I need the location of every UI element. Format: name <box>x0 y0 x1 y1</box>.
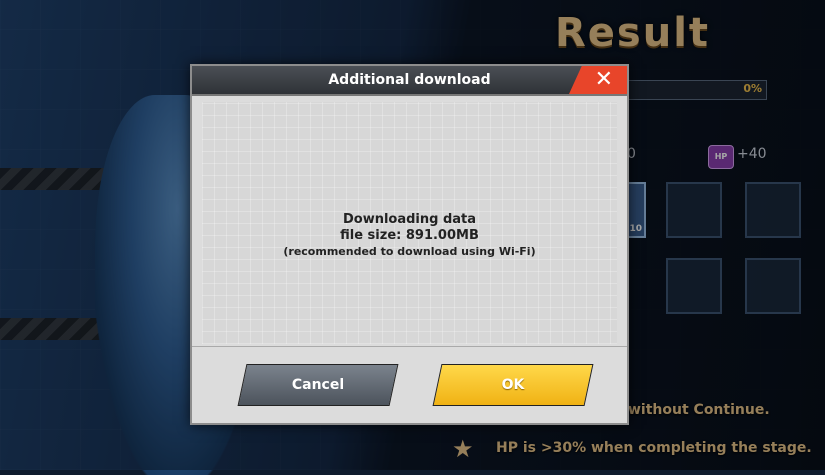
dialog-divider <box>192 346 627 347</box>
download-dialog: Additional download ✕ Downloading data f… <box>190 64 629 425</box>
ok-button-label: OK <box>501 377 525 393</box>
file-size-text: file size: 891.00MB <box>340 228 479 243</box>
ok-button[interactable]: OK <box>432 364 594 406</box>
cancel-button[interactable]: Cancel <box>237 364 399 406</box>
dialog-title: Additional download <box>328 72 491 88</box>
cancel-button-label: Cancel <box>291 377 345 393</box>
message-line: Downloading data <box>342 212 477 227</box>
dialog-body: Downloading data file size: 891.00MB (re… <box>202 102 617 344</box>
wifi-recommendation: (recommended to download using Wi-Fi) <box>283 245 536 258</box>
dialog-message: Downloading data file size: 891.00MB (re… <box>202 212 617 260</box>
dialog-header: Additional download ✕ <box>192 66 627 96</box>
close-icon[interactable]: ✕ <box>595 67 613 93</box>
